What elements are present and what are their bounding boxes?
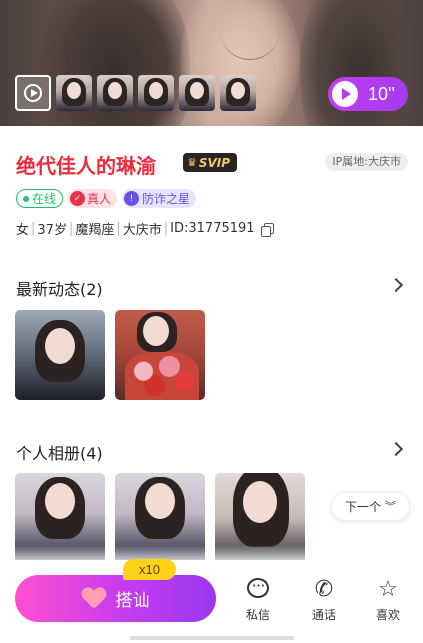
- crown-icon: ♛: [187, 156, 197, 169]
- double-chevron-down-icon: ︾: [385, 500, 396, 513]
- profile-tags: 在线 ✓ 真人 ! 防诈之星: [16, 189, 197, 208]
- greet-multiplier-badge: x10: [123, 559, 176, 580]
- user-id: ID:31775191: [170, 221, 255, 236]
- photo-thumbnail-strip: [15, 75, 256, 111]
- moment-photo[interactable]: [115, 310, 205, 400]
- greet-button[interactable]: 搭讪: [15, 575, 216, 622]
- profile-hero-photo[interactable]: 10'': [0, 0, 423, 126]
- copy-icon[interactable]: [260, 222, 274, 237]
- moment-photo[interactable]: [15, 310, 105, 400]
- svip-badge[interactable]: ♛ SVIP: [183, 153, 237, 172]
- age: 37岁: [37, 223, 67, 238]
- moments-section-title[interactable]: 最新动态(2): [16, 276, 103, 300]
- phone-icon: ✆: [314, 577, 334, 602]
- chevron-right-icon[interactable]: [388, 441, 404, 457]
- zodiac: 魔羯座: [75, 223, 115, 238]
- message-button[interactable]: 私信: [238, 578, 278, 623]
- video-thumbnail[interactable]: [15, 75, 51, 111]
- chevron-right-icon[interactable]: [388, 277, 404, 293]
- star-icon: ☆: [378, 577, 398, 602]
- photo-thumbnail[interactable]: [56, 75, 92, 111]
- heart-icon: [82, 588, 106, 610]
- shield-icon: !: [124, 191, 140, 206]
- ip-location: IP属地:大庆市: [325, 153, 408, 171]
- call-button[interactable]: ✆ 通话: [304, 578, 344, 623]
- checkmark-icon: ✓: [70, 191, 86, 206]
- chat-bubble-icon: [247, 578, 269, 598]
- next-profile-button[interactable]: 下一个 ︾: [332, 493, 409, 520]
- gender: 女: [16, 223, 30, 238]
- online-dot-icon: [23, 195, 29, 202]
- album-section-title[interactable]: 个人相册(4): [16, 440, 103, 464]
- play-icon: [332, 81, 358, 107]
- like-button[interactable]: ☆ 喜欢: [368, 578, 408, 623]
- online-status-tag: 在线: [16, 189, 64, 208]
- play-video-button[interactable]: 10'': [328, 77, 408, 111]
- profile-name: 绝代佳人的琳渝: [16, 154, 156, 178]
- photo-thumbnail[interactable]: [97, 75, 133, 111]
- video-duration: 10'': [368, 83, 395, 104]
- play-icon: [24, 84, 42, 102]
- anti-fraud-tag[interactable]: ! 防诈之星: [122, 189, 197, 208]
- city: 大庆市: [122, 223, 162, 238]
- home-indicator: [130, 636, 294, 640]
- profile-info-line: 女 | 37岁 | 魔羯座 | 大庆市 | ID:31775191: [16, 219, 274, 238]
- photo-thumbnail[interactable]: [220, 75, 256, 111]
- photo-thumbnail[interactable]: [138, 75, 174, 111]
- verified-tag[interactable]: ✓ 真人: [68, 189, 118, 208]
- photo-thumbnail[interactable]: [179, 75, 215, 111]
